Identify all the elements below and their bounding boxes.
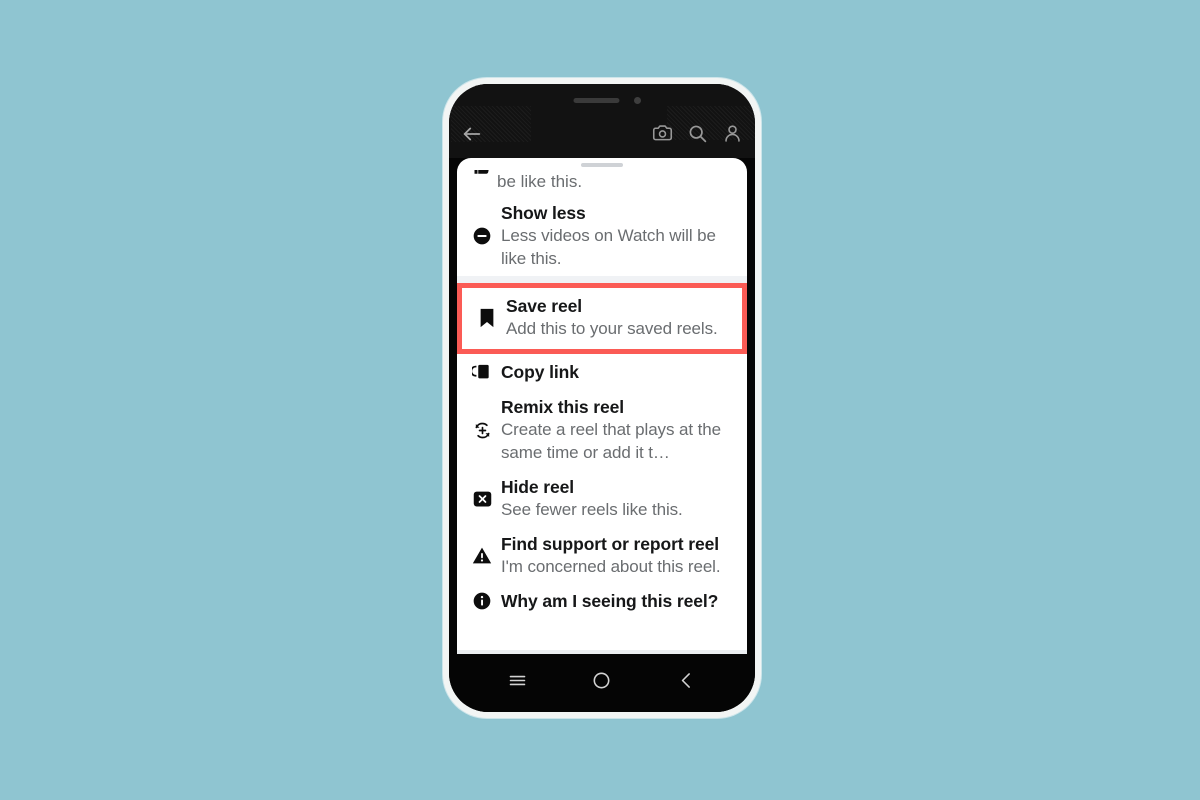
list-item-hide-reel[interactable]: Hide reel See fewer reels like this. [457, 470, 747, 527]
menu-lines-icon[interactable] [507, 670, 528, 696]
earpiece-speaker [573, 98, 620, 103]
list-item-title: Hide reel [501, 477, 575, 497]
list-item-title: Find support or report reel [501, 534, 720, 554]
search-icon[interactable] [687, 123, 708, 149]
list-item-title: Why am I seeing this reel? [501, 591, 719, 611]
profile-icon[interactable] [722, 123, 743, 149]
android-navigation-bar [449, 654, 755, 712]
sheet-scroll-area[interactable]: be like this. Show less Less videos on W… [457, 158, 747, 618]
chevron-left-icon[interactable] [676, 670, 697, 696]
list-item-title: Save reel [506, 296, 582, 316]
list-item-subtitle: Create a reel that plays at the same tim… [501, 420, 721, 462]
section-divider [457, 276, 747, 283]
front-camera-icon [634, 97, 641, 104]
minus-circle-icon [467, 226, 497, 246]
list-item-subtitle: See fewer reels like this. [501, 500, 683, 519]
phone-status-bar [449, 84, 755, 158]
list-item-show-less[interactable]: Show less Less videos on Watch will be l… [457, 196, 747, 276]
reel-options-bottom-sheet: be like this. Show less Less videos on W… [457, 158, 747, 681]
copy-icon [467, 362, 497, 382]
warning-triangle-icon [467, 546, 497, 565]
camera-icon[interactable] [652, 123, 673, 149]
list-item-subtitle: Add this to your saved reels. [506, 319, 718, 338]
hide-x-icon [467, 490, 497, 508]
back-arrow-icon[interactable] [461, 123, 483, 150]
info-circle-icon [467, 591, 497, 611]
remix-icon [467, 420, 497, 441]
phone-device: be like this. Show less Less videos on W… [443, 78, 761, 718]
list-item[interactable]: be like this. [457, 170, 747, 196]
clipped-subtitle: be like this. [497, 172, 583, 191]
list-item-find-support-or-report-reel[interactable]: Find support or report reel I'm concerne… [457, 527, 747, 584]
phone-screen: be like this. Show less Less videos on W… [449, 84, 755, 712]
list-item-title: Show less [501, 203, 586, 223]
list-item-subtitle: I'm concerned about this reel. [501, 557, 721, 576]
circle-icon[interactable] [591, 670, 612, 696]
list-item-title: Remix this reel [501, 397, 624, 417]
app-header [449, 114, 755, 158]
list-item-subtitle: Less videos on Watch will be like this. [501, 226, 716, 268]
list-item-remix-this-reel[interactable]: Remix this reel Create a reel that plays… [457, 390, 747, 470]
highlight-box-save-reel: Save reel Add this to your saved reels. [457, 283, 747, 354]
thumbs-up-icon [467, 170, 497, 176]
bookmark-icon [472, 308, 502, 328]
list-item-title: Copy link [501, 362, 579, 382]
list-item-why-am-i-seeing-this-reel[interactable]: Why am I seeing this reel? [457, 584, 747, 618]
list-item-copy-link[interactable]: Copy link [457, 354, 747, 390]
list-item-save-reel[interactable]: Save reel Add this to your saved reels. [462, 288, 742, 349]
